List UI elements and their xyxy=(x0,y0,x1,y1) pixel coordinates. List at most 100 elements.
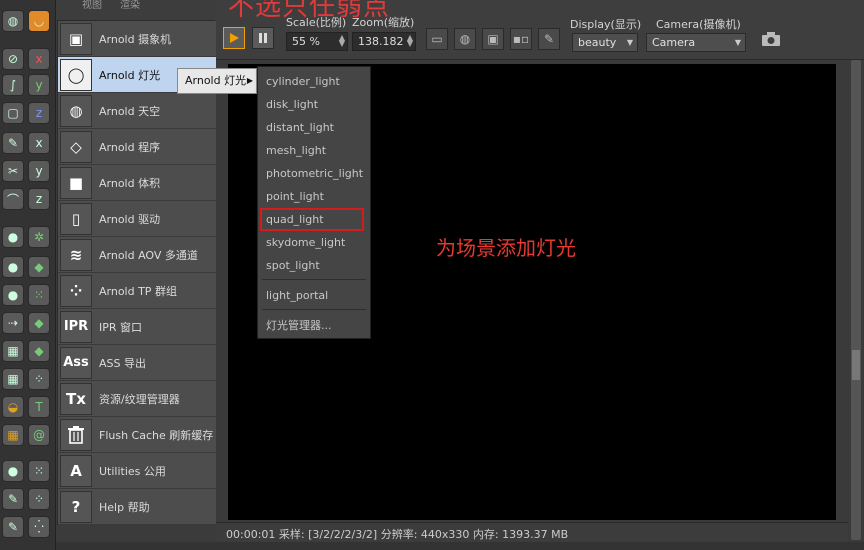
menu-view[interactable]: 视图 xyxy=(82,0,102,11)
arnold-menu-item[interactable]: ▯ Arnold 驱动 xyxy=(58,201,216,237)
arnold-menu-label: Utilities 公用 xyxy=(99,464,166,478)
sphere-2-icon[interactable]: ● xyxy=(2,256,24,278)
arnold-menu-label: Help 帮助 xyxy=(99,500,150,514)
cube-green-2-icon[interactable]: ◆ xyxy=(28,312,50,334)
camera-dropdown[interactable]: Camera ▼ xyxy=(646,33,746,52)
dots-diag-icon[interactable]: ⁛ xyxy=(28,516,50,538)
volume-cube-icon: ■ xyxy=(60,166,92,199)
scrollbar-thumb[interactable] xyxy=(851,60,861,540)
arnold-menu-item[interactable]: ≋ Arnold AOV 多通道 xyxy=(58,237,216,273)
brush-disabled-icon[interactable]: ✎ xyxy=(538,28,560,50)
display-dropdown[interactable]: beauty ▼ xyxy=(572,33,638,52)
menu-item-spot-light[interactable]: spot_light xyxy=(258,254,370,277)
arnold-menu-item[interactable]: Ass ASS 导出 xyxy=(58,345,216,381)
status-bar: 00:00:01 采样: [3/2/2/2/3/2] 分辨率: 440x330 … xyxy=(216,522,848,542)
sphere-3-icon[interactable]: ● xyxy=(2,284,24,306)
region-icon[interactable]: ▣ xyxy=(482,28,504,50)
cube-icon[interactable]: ▢ xyxy=(2,102,24,124)
highlight-box-quad-light xyxy=(260,208,364,231)
arnold-menu-item[interactable]: ⁘ Arnold TP 群组 xyxy=(58,273,216,309)
zoom-input[interactable]: 138.182 ▲ ▼ xyxy=(352,32,416,51)
menu-item-light-portal[interactable]: light_portal xyxy=(258,284,370,307)
light-bulb-icon: ◯ xyxy=(60,58,92,91)
pen-2-icon[interactable]: ✎ xyxy=(2,516,24,538)
snapshot-camera-icon[interactable] xyxy=(760,28,782,50)
arnold-menu-label: Flush Cache 刷新缓存 xyxy=(99,428,214,442)
x-equals-icon[interactable]: x xyxy=(28,132,50,154)
cloner-icon[interactable]: ⁙ xyxy=(28,284,50,306)
menu-item-light-manager[interactable]: 灯光管理器... xyxy=(258,314,370,337)
globe-render-icon[interactable]: ◍ xyxy=(454,28,476,50)
z-equals-icon[interactable]: z xyxy=(28,188,50,210)
connector-icon[interactable]: ⇢ xyxy=(2,312,24,334)
menu-item-cylinder-light[interactable]: cylinder_light xyxy=(258,70,370,93)
knife-icon[interactable]: ✂ xyxy=(2,160,24,182)
camera-label: Camera(摄像机) xyxy=(656,18,741,31)
arnold-menu-label: IPR 窗口 xyxy=(99,320,143,334)
app-window: ◍ ◡ ⊘ x ∫ y ▢ z ✎ x ✂ y ⌒ z ● ✲ ● ◆ ● ⁙ … xyxy=(0,0,864,550)
spinner-icon[interactable]: ▲ ▼ xyxy=(407,34,413,48)
pause-button[interactable] xyxy=(252,27,274,49)
arnold-menu-item[interactable]: ◇ Arnold 程序 xyxy=(58,129,216,165)
sphere-icon[interactable]: ● xyxy=(2,226,24,248)
arnold-menu-item[interactable]: Flush Cache 刷新缓存 xyxy=(58,417,216,453)
sphere-4-icon[interactable]: ● xyxy=(2,460,24,482)
zoom-value: 138.182 xyxy=(358,35,404,48)
arnold-menu-item[interactable]: A Utilities 公用 xyxy=(58,453,216,489)
menu-separator xyxy=(262,309,366,310)
lattice-icon[interactable]: ▦ xyxy=(2,340,24,362)
play-icon xyxy=(230,33,239,43)
cube-green-icon[interactable]: ◆ xyxy=(28,256,50,278)
gear-green-icon[interactable]: ✲ xyxy=(28,226,50,248)
dots-ring-icon[interactable]: ⁘ xyxy=(28,488,50,510)
arnold-menu-item[interactable]: ▣ Arnold 摄象机 xyxy=(58,21,216,57)
z-axis-icon[interactable]: z xyxy=(28,102,50,124)
cup-icon[interactable]: ◡ xyxy=(28,10,50,32)
menu-item-distant-light[interactable]: distant_light xyxy=(258,116,370,139)
arnold-menu-item[interactable]: ■ Arnold 体积 xyxy=(58,165,216,201)
points-icon[interactable]: ⁘ xyxy=(28,368,50,390)
cube-green-3-icon[interactable]: ◆ xyxy=(28,340,50,362)
text-icon[interactable]: T xyxy=(28,396,50,418)
grid-orange-icon[interactable]: ▦ xyxy=(2,424,24,446)
menu-render[interactable]: 渲染 xyxy=(120,0,140,11)
magnet-icon[interactable]: ⌒ xyxy=(2,188,24,210)
brush-icon[interactable]: ✎ xyxy=(2,132,24,154)
scrollbar-grip[interactable] xyxy=(852,350,860,380)
left-toolbar: ◍ ◡ ⊘ x ∫ y ▢ z ✎ x ✂ y ⌒ z ● ✲ ● ◆ ● ⁙ … xyxy=(0,0,56,550)
y-axis-icon[interactable]: y xyxy=(28,74,50,96)
y-equals-icon[interactable]: y xyxy=(28,160,50,182)
deform-icon[interactable]: ◒ xyxy=(2,396,24,418)
monitor-icon[interactable]: ▭ xyxy=(426,28,448,50)
spline-icon[interactable]: ∫ xyxy=(2,74,24,96)
submenu-parent-arnold-light[interactable]: Arnold 灯光 ▶ xyxy=(177,68,257,94)
menu-item-skydome-light[interactable]: skydome_light xyxy=(258,231,370,254)
light-submenu: cylinder_light disk_light distant_light … xyxy=(257,66,371,339)
x-axis-icon[interactable]: x xyxy=(28,48,50,70)
spiral-icon[interactable]: @ xyxy=(28,424,50,446)
arnold-menu-item[interactable]: Tx 资源/纹理管理器 xyxy=(58,381,216,417)
arnold-menu-item[interactable]: ◍ Arnold 天空 xyxy=(58,93,216,129)
vertical-scrollbar[interactable] xyxy=(848,60,864,550)
no-icon[interactable]: ⊘ xyxy=(2,48,24,70)
grid-icon[interactable]: ▦ xyxy=(2,368,24,390)
chevron-right-icon: ▶ xyxy=(246,76,253,85)
play-button[interactable] xyxy=(223,27,245,49)
pen-icon[interactable]: ✎ xyxy=(2,488,24,510)
scale-value: 55 % xyxy=(292,35,320,48)
menu-item-disk-light[interactable]: disk_light xyxy=(258,93,370,116)
spinner-icon[interactable]: ▲ ▼ xyxy=(339,34,345,48)
compare-icon[interactable]: ▪▫ xyxy=(510,28,532,50)
dots-grid-icon[interactable]: ⁙ xyxy=(28,460,50,482)
arnold-menu-item[interactable]: ? Help 帮助 xyxy=(58,489,216,525)
menu-item-mesh-light[interactable]: mesh_light xyxy=(258,139,370,162)
utilities-icon: A xyxy=(60,454,92,487)
arnold-menu-label: Arnold 天空 xyxy=(99,104,161,118)
annotation-text: 为场景添加灯光 xyxy=(436,236,576,260)
globe-icon[interactable]: ◍ xyxy=(2,10,24,32)
menu-item-point-light[interactable]: point_light xyxy=(258,185,370,208)
arnold-menu-label: Arnold 摄象机 xyxy=(99,32,172,46)
arnold-menu-item[interactable]: IPR IPR 窗口 xyxy=(58,309,216,345)
menu-item-photometric-light[interactable]: photometric_light xyxy=(258,162,370,185)
scale-input[interactable]: 55 % ▲ ▼ xyxy=(286,32,348,51)
